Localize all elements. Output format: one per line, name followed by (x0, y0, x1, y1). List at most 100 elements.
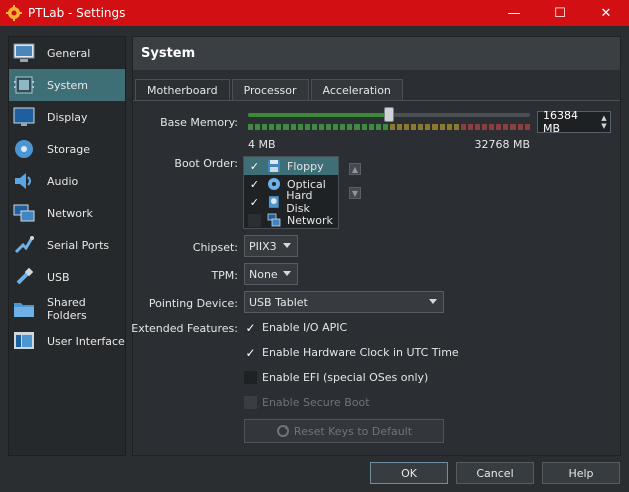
slider-tick (297, 124, 303, 130)
help-button[interactable]: Help (542, 462, 620, 484)
efi-label: Enable EFI (special OSes only) (262, 371, 429, 384)
io-apic-checkbox[interactable]: ✓ Enable I/O APIC (244, 321, 348, 335)
checkmark-icon[interactable]: ✓ (248, 196, 261, 209)
minimize-button[interactable]: — (491, 0, 537, 26)
tab-acceleration[interactable]: Acceleration (310, 79, 403, 101)
slider-tick (446, 124, 452, 130)
sidebar-item-label: Audio (47, 174, 79, 188)
sidebar-item-user-interface[interactable]: User Interface (9, 325, 125, 357)
slider-tick (262, 124, 268, 130)
close-button[interactable]: ✕ (583, 0, 629, 26)
audio-icon (13, 170, 35, 192)
checkbox-empty-icon[interactable] (248, 213, 261, 227)
sidebar-item-audio[interactable]: Audio (9, 165, 125, 197)
move-down-icon[interactable]: ▼ (349, 187, 361, 199)
slider-tick (375, 124, 381, 130)
storage-icon (13, 138, 35, 160)
sidebar-item-storage[interactable]: Storage (9, 133, 125, 165)
slider-tick (333, 124, 339, 130)
shared-folders-icon (13, 298, 35, 320)
checkmark-icon[interactable]: ✓ (244, 346, 257, 360)
sidebar-item-label: Display (47, 110, 88, 124)
slider-tick (496, 124, 502, 130)
network-icon (13, 202, 35, 224)
display-icon (13, 106, 35, 128)
checkmark-icon[interactable]: ✓ (244, 321, 257, 335)
slider-tick (354, 124, 360, 130)
app-gear-icon (6, 5, 22, 21)
maximize-button[interactable]: ☐ (537, 0, 583, 26)
slider-tick (290, 124, 296, 130)
slider-tick (382, 124, 388, 130)
sidebar-item-display[interactable]: Display (9, 101, 125, 133)
memory-value: 16384 MB (543, 109, 578, 135)
slider-tick (347, 124, 353, 130)
slider-tick (503, 124, 509, 130)
pointing-device-select[interactable]: USB Tablet (244, 291, 444, 313)
spin-arrows-icon[interactable]: ▲ ▼ (598, 114, 610, 130)
chipset-select[interactable]: PIIX3 (244, 235, 298, 257)
tpm-select[interactable]: None (244, 263, 298, 285)
sidebar-item-usb[interactable]: USB (9, 261, 125, 293)
utc-clock-label: Enable Hardware Clock in UTC Time (262, 346, 459, 359)
cancel-button[interactable]: Cancel (456, 462, 534, 484)
memory-slider-ticks (248, 124, 530, 130)
io-apic-label: Enable I/O APIC (262, 321, 348, 334)
utc-clock-checkbox[interactable]: ✓ Enable Hardware Clock in UTC Time (244, 346, 459, 360)
slider-tick (361, 124, 367, 130)
checkbox-empty-icon[interactable] (244, 371, 257, 384)
memory-spinbox[interactable]: 16384 MB ▲ ▼ (537, 109, 611, 135)
sidebar-item-serial-ports[interactable]: Serial Ports (9, 229, 125, 261)
window-title: PTLab - Settings (28, 6, 126, 20)
slider-tick (510, 124, 516, 130)
checkmark-icon[interactable]: ✓ (248, 178, 261, 191)
slider-tick (368, 124, 374, 130)
ok-button[interactable]: OK (370, 462, 448, 484)
secure-boot-checkbox: Enable Secure Boot (244, 396, 370, 409)
slider-tick (425, 124, 431, 130)
boot-item-label: Network (287, 213, 333, 227)
efi-checkbox[interactable]: Enable EFI (special OSes only) (244, 371, 428, 384)
chevron-down-icon (283, 243, 291, 248)
tab-motherboard[interactable]: Motherboard (135, 79, 230, 101)
sidebar-item-label: System (47, 78, 89, 92)
page-title: System (133, 37, 620, 70)
boot-item-network[interactable]: Network (244, 211, 338, 229)
slider-tick (404, 124, 410, 130)
chevron-down-icon (283, 271, 291, 276)
sidebar-item-general[interactable]: General (9, 37, 125, 69)
slider-tick (276, 124, 282, 130)
slider-tick (340, 124, 346, 130)
pointing-device-value: USB Tablet (249, 295, 308, 309)
chipset-label: Chipset: (192, 241, 238, 254)
slider-tick (283, 124, 289, 130)
memory-min-label: 4 MB (248, 138, 276, 151)
usb-icon (13, 266, 35, 288)
sidebar-item-label: User Interface (47, 334, 125, 348)
boot-item-floppy[interactable]: ✓ Floppy (244, 157, 338, 175)
title-bar: PTLab - Settings — ☐ ✕ (0, 0, 629, 26)
network-boot-icon (267, 213, 281, 227)
pointing-device-label: Pointing Device: (148, 297, 238, 310)
tab-processor[interactable]: Processor (231, 79, 309, 101)
reset-keys-label: Reset Keys to Default (293, 424, 413, 438)
slider-tick (524, 124, 530, 130)
boot-item-label: Floppy (287, 159, 324, 173)
boot-item-label: Hard Disk (286, 189, 313, 215)
optical-icon (268, 178, 280, 190)
slider-tick (411, 124, 417, 130)
boot-item-hard-disk[interactable]: ✓ Hard Disk (244, 189, 338, 215)
sidebar-item-system[interactable]: System (9, 69, 125, 101)
memory-slider-handle[interactable] (384, 107, 394, 122)
slider-tick (489, 124, 495, 130)
slider-tick (453, 124, 459, 130)
checkmark-icon[interactable]: ✓ (248, 160, 261, 173)
slider-tick (460, 124, 466, 130)
slider-tick (475, 124, 481, 130)
boot-order-list[interactable]: ✓ Floppy ✓ Optical ✓ Hard Disk Network (243, 156, 339, 229)
sidebar-item-network[interactable]: Network (9, 197, 125, 229)
move-up-icon[interactable]: ▲ (349, 163, 361, 175)
chipset-value: PIIX3 (249, 239, 277, 253)
sidebar-item-label: Storage (47, 142, 91, 156)
sidebar-item-shared-folders[interactable]: Shared Folders (9, 293, 125, 325)
